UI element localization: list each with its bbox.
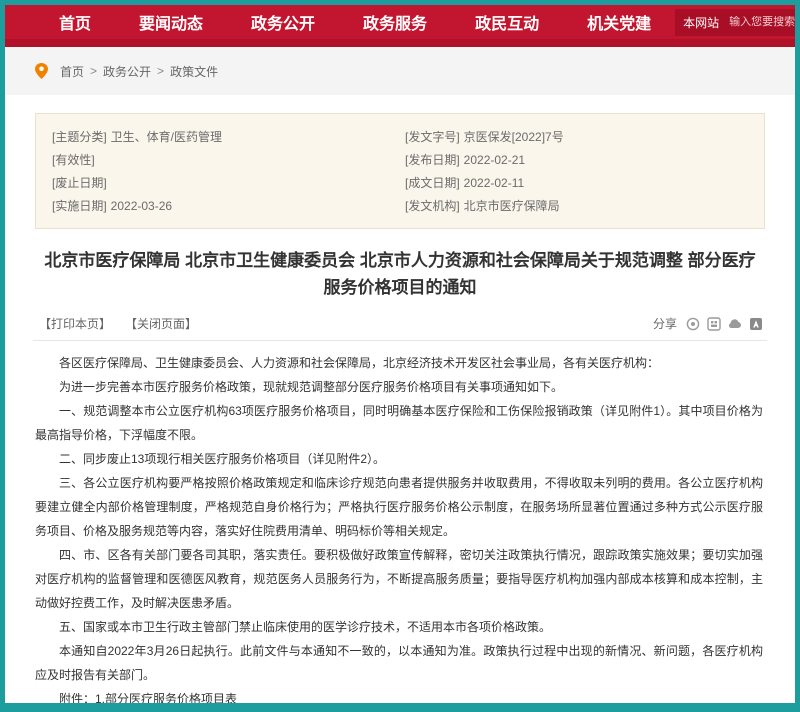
meta-validity: [有效性] — [52, 149, 395, 172]
breadcrumb-policy-docs: 政策文件 — [170, 63, 218, 80]
paragraph-item-4: 四、市、区各有关部门要各司其职，落实责任。要积极做好政策宣传解释，密切关注政策执… — [35, 543, 763, 615]
search-input[interactable] — [729, 16, 795, 28]
print-page-button[interactable]: 【打印本页】 — [39, 315, 111, 332]
article-toolbar: 【打印本页】 【关闭页面】 分享 — [33, 311, 767, 341]
share-wechat-icon[interactable] — [706, 316, 721, 331]
meta-written-date: [成文日期]2022-02-11 — [405, 172, 748, 195]
nav-item-gov-affairs[interactable]: 政务公开 — [227, 10, 339, 34]
meta-publish-date: [发布日期]2022-02-21 — [405, 149, 748, 172]
paragraph-item-1: 一、规范调整本市公立医疗机构63项医疗服务价格项目，同时明确基本医疗保险和工伤保… — [35, 399, 763, 447]
nav-bottom-strip — [5, 39, 795, 47]
document-meta-box: [主题分类]卫生、体育/医药管理 [发文字号]京医保发[2022]7号 [有效性… — [35, 113, 765, 229]
meta-issuing-agency: [发文机构]北京市医疗保障局 — [405, 195, 748, 218]
paragraph-intro: 为进一步完善本市医疗服务价格政策，现就规范调整部分医疗服务价格项目有关事项通知如… — [35, 375, 763, 399]
top-nav: 首页 要闻动态 政务公开 政务服务 政民互动 机关党建 本网站 — [5, 5, 795, 47]
meta-doc-number: [发文字号]京医保发[2022]7号 — [405, 126, 748, 149]
search-box: 本网站 — [675, 9, 795, 36]
paragraph-item-2: 二、同步废止13项现行相关医疗服务价格项目（详见附件2）。 — [35, 447, 763, 471]
paragraph-item-3: 三、各公立医疗机构要严格按照价格政策规定和临床诊疗规范向患者提供服务并收取费用，… — [35, 471, 763, 543]
search-scope-select[interactable]: 本网站 — [683, 14, 719, 31]
paragraph-salutation: 各区医疗保障局、卫生健康委员会、人力资源和社会保障局，北京经济技术开发区社会事业… — [35, 351, 763, 375]
breadcrumb-separator: > — [90, 64, 97, 78]
share-qq-icon[interactable] — [748, 316, 763, 331]
page-frame: 首页 要闻动态 政务公开 政务服务 政民互动 机关党建 本网站 — [5, 5, 795, 703]
share-group: 分享 — [653, 315, 763, 332]
close-page-button[interactable]: 【关闭页面】 — [125, 315, 197, 332]
share-weibo-icon[interactable] — [685, 316, 700, 331]
meta-repeal-date: [废止日期] — [52, 172, 395, 195]
paragraph-attachment-1: 附件：1.部分医疗服务价格项目表 — [35, 687, 763, 703]
meta-topic-category: [主题分类]卫生、体育/医药管理 — [52, 126, 395, 149]
article-content: [主题分类]卫生、体育/医药管理 [发文字号]京医保发[2022]7号 [有效性… — [5, 95, 795, 703]
share-label: 分享 — [653, 315, 677, 332]
breadcrumb-home[interactable]: 首页 — [60, 63, 84, 80]
breadcrumb: 首页 > 政务公开 > 政策文件 — [5, 47, 795, 95]
page-title: 北京市医疗保障局 北京市卫生健康委员会 北京市人力资源和社会保障局关于规范调整 … — [43, 247, 757, 301]
paragraph-item-5: 五、国家或本市卫生行政主管部门禁止临床使用的医学诊疗技术，不适用本市各项价格政策… — [35, 615, 763, 639]
paragraph-effective-date: 本通知自2022年3月26日起执行。此前文件与本通知不一致的，以本通知为准。政策… — [35, 639, 763, 687]
nav-item-interaction[interactable]: 政民互动 — [451, 10, 563, 34]
location-pin-icon — [35, 63, 48, 79]
nav-item-gov-services[interactable]: 政务服务 — [339, 10, 451, 34]
article-body: 各区医疗保障局、卫生健康委员会、人力资源和社会保障局，北京经济技术开发区社会事业… — [33, 341, 767, 703]
share-qzone-icon[interactable] — [727, 316, 742, 331]
nav-item-home[interactable]: 首页 — [35, 10, 115, 34]
meta-implement-date: [实施日期]2022-03-26 — [52, 195, 395, 218]
breadcrumb-separator: > — [157, 64, 164, 78]
nav-item-news[interactable]: 要闻动态 — [115, 10, 227, 34]
breadcrumb-gov-affairs[interactable]: 政务公开 — [103, 63, 151, 80]
nav-item-party-building[interactable]: 机关党建 — [563, 10, 675, 34]
